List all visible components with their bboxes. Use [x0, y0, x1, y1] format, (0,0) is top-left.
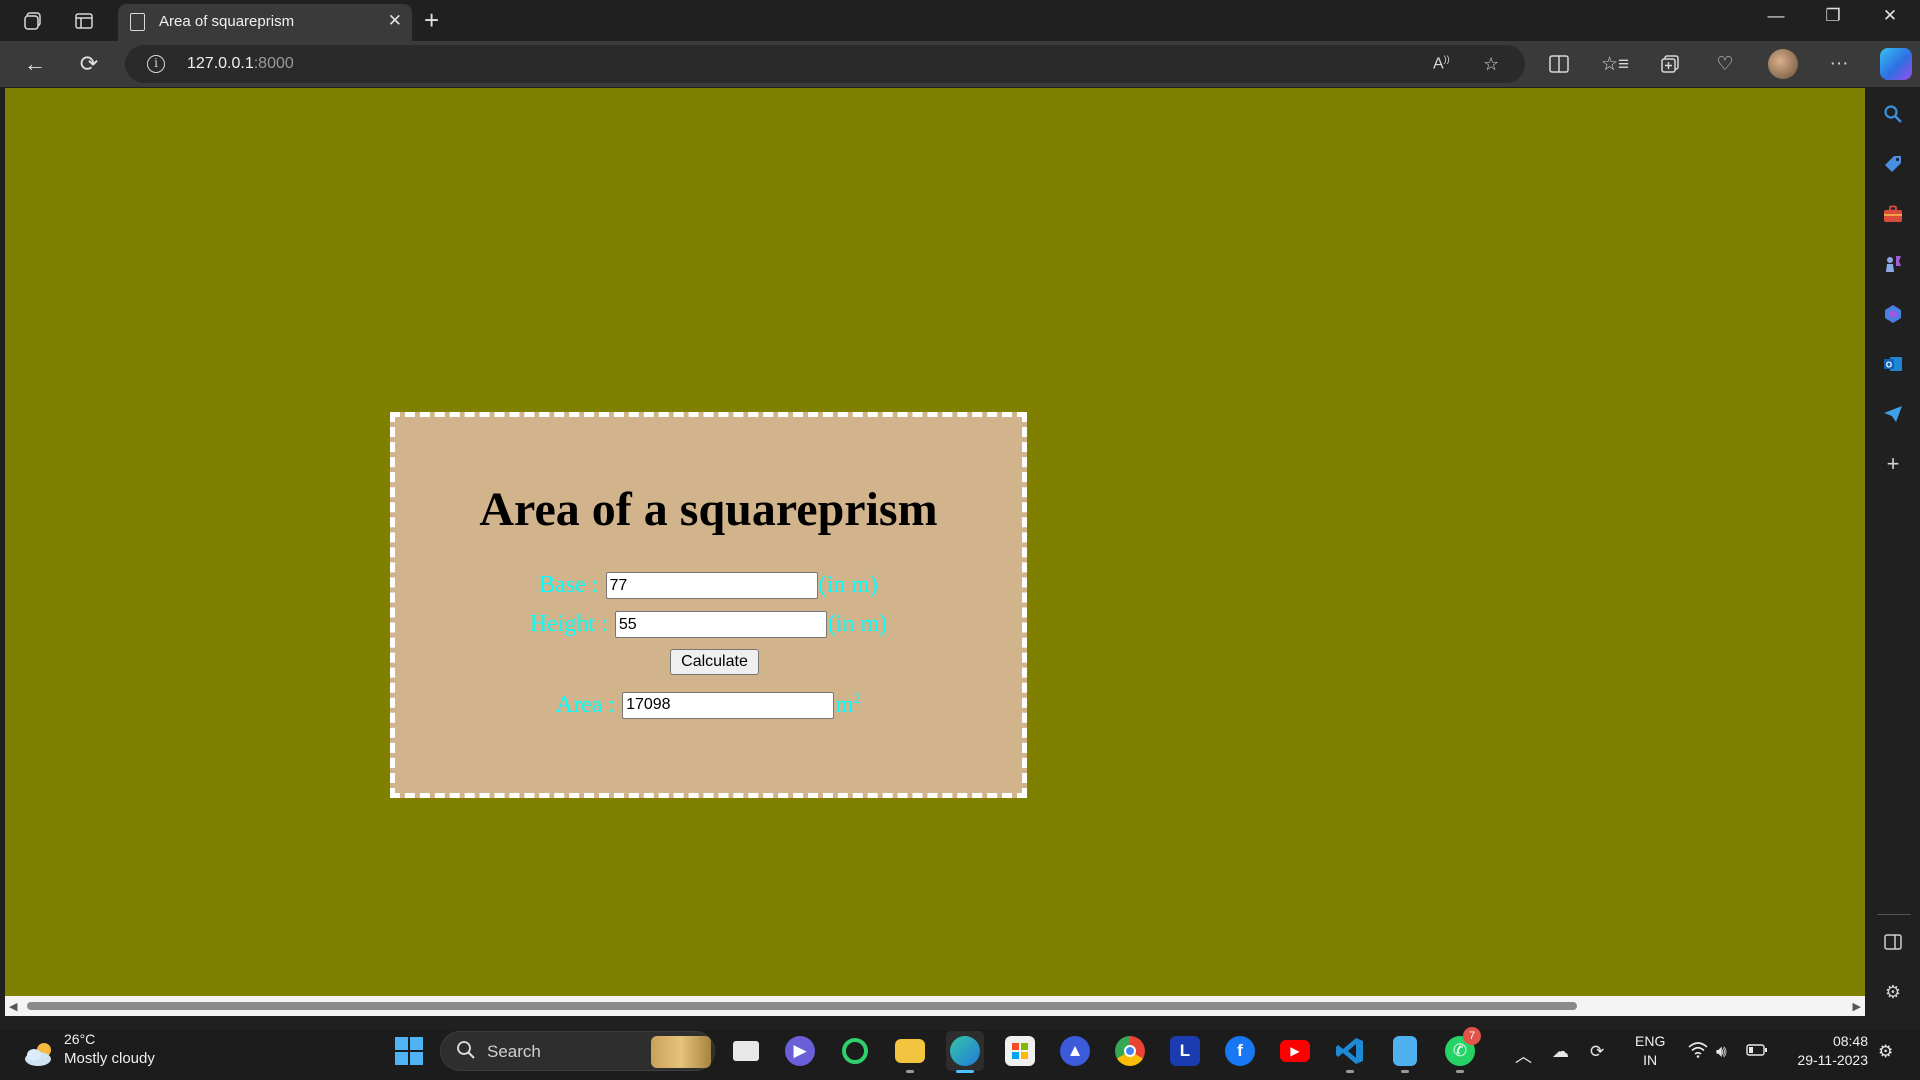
active-tab[interactable]: Area of squareprism ✕	[118, 4, 412, 41]
taskbar-search[interactable]: Search	[440, 1031, 715, 1071]
send-icon[interactable]	[1880, 401, 1906, 427]
close-window-button[interactable]: ✕	[1870, 6, 1910, 26]
tab-title: Area of squareprism	[159, 13, 295, 30]
browser-title-bar: Area of squareprism ✕ + — ❐ ✕	[0, 0, 1920, 41]
refresh-button[interactable]: ⟳	[74, 49, 104, 79]
show-hidden-icons-chevron-up-icon[interactable]: ︿	[1515, 1042, 1532, 1067]
tools-briefcase-icon[interactable]	[1880, 201, 1906, 227]
microsoft-365-icon[interactable]	[1880, 301, 1906, 327]
area-label: Area :	[555, 691, 616, 718]
page-icon	[130, 13, 145, 31]
vscode-icon[interactable]	[1331, 1031, 1369, 1073]
workspaces-icon[interactable]	[20, 8, 46, 34]
l-app-icon[interactable]: L	[1166, 1031, 1204, 1071]
search-label: Search	[487, 1042, 541, 1061]
weather-temperature[interactable]: 26°C	[64, 1031, 95, 1047]
ai-assistant-icon[interactable]: ▲	[1056, 1031, 1094, 1071]
calculator-card: Area of a squareprism Base : (in m) Heig…	[390, 412, 1027, 798]
start-button[interactable]	[390, 1031, 428, 1071]
minimize-button[interactable]: —	[1756, 6, 1796, 26]
back-button[interactable]: ←	[20, 49, 50, 79]
search-icon[interactable]	[1880, 101, 1906, 127]
calculate-button[interactable]: Calculate	[670, 649, 759, 675]
youtube-icon[interactable]: ▶	[1276, 1031, 1314, 1071]
copilot-icon[interactable]	[1880, 48, 1912, 80]
height-label: Height :	[529, 611, 608, 637]
search-glass-icon	[456, 1040, 476, 1066]
area-output[interactable]	[622, 691, 835, 719]
volume-icon[interactable]: 🔊︎	[1716, 1042, 1727, 1062]
sidebar-divider	[1877, 914, 1911, 915]
more-options-icon[interactable]: ···	[1825, 50, 1853, 78]
read-aloud-icon[interactable]: A))	[1433, 54, 1450, 73]
system-clock[interactable]: 08:48 29-11-2023	[1784, 1032, 1868, 1070]
base-label: Base :	[539, 572, 599, 598]
site-info-icon[interactable]: i	[147, 55, 165, 73]
file-explorer-icon[interactable]	[891, 1031, 929, 1073]
shopping-tag-icon[interactable]	[1880, 151, 1906, 177]
games-chess-icon[interactable]	[1880, 251, 1906, 277]
windows-taskbar: 26°C Mostly cloudy Search ▶ ▲ L f ▶ ✆ 7 ︿…	[0, 1027, 1920, 1080]
task-view-icon[interactable]	[727, 1031, 765, 1071]
outlook-icon[interactable]: O	[1880, 351, 1906, 377]
restore-button[interactable]: ❐	[1813, 6, 1853, 26]
scroll-right-icon[interactable]: ▶	[1853, 1000, 1861, 1013]
facebook-icon[interactable]: f	[1221, 1031, 1259, 1071]
language-indicator[interactable]: ENG IN	[1635, 1032, 1665, 1070]
sidebar-settings-gear-icon[interactable]: ⚙	[1880, 979, 1906, 1005]
battery-icon[interactable]	[1746, 1042, 1768, 1062]
area-row: Area : m2	[395, 691, 1022, 719]
microsoft-store-icon[interactable]	[1001, 1031, 1039, 1071]
hide-sidebar-icon[interactable]	[1880, 929, 1906, 955]
search-highlight-image	[651, 1036, 711, 1068]
favorites-icon[interactable]: ☆≡	[1601, 50, 1629, 78]
chrome-icon[interactable]	[1111, 1031, 1149, 1071]
scroll-left-icon[interactable]: ◀	[9, 1000, 17, 1013]
height-row: Height : (in m)	[395, 611, 1022, 638]
weather-condition[interactable]: Mostly cloudy	[64, 1050, 155, 1067]
notifications-gear-icon[interactable]: ⚙	[1878, 1042, 1893, 1062]
notepad-icon[interactable]	[1386, 1031, 1424, 1073]
sync-icon[interactable]: ⟳	[1590, 1042, 1604, 1062]
collections-icon[interactable]	[1656, 50, 1684, 78]
whatsapp-notification-badge: 7	[1463, 1027, 1481, 1045]
wifi-icon[interactable]	[1688, 1042, 1708, 1063]
meet-now-icon[interactable]: ▶	[781, 1031, 819, 1071]
page-title: Area of a squareprism	[479, 483, 938, 536]
favorite-star-icon[interactable]: ☆	[1483, 54, 1499, 75]
split-screen-icon[interactable]	[1545, 50, 1573, 78]
edge-browser-icon[interactable]	[946, 1031, 984, 1073]
height-input[interactable]	[614, 611, 827, 638]
whatsapp-icon[interactable]: ✆ 7	[1441, 1027, 1481, 1073]
browser-essentials-icon[interactable]: ♡	[1711, 50, 1739, 78]
base-row: Base : (in m)	[395, 572, 1022, 599]
weather-cloud-icon[interactable]	[22, 1040, 58, 1068]
area-unit: m2	[835, 691, 862, 718]
base-unit: (in m)	[818, 572, 878, 598]
url-text[interactable]: 127.0.0.1:8000	[187, 55, 294, 73]
base-input[interactable]	[605, 572, 818, 599]
new-tab-button[interactable]: +	[424, 5, 439, 36]
browser-toolbar: ← ⟳ i 127.0.0.1:8000 A)) ☆ ☆≡ ♡ ···	[0, 41, 1920, 87]
address-bar[interactable]: i 127.0.0.1:8000 A)) ☆	[125, 45, 1525, 83]
height-unit: (in m)	[827, 611, 888, 637]
profile-avatar[interactable]	[1768, 49, 1798, 79]
scrollbar-thumb[interactable]	[27, 1002, 1577, 1010]
svg-text:O: O	[1886, 361, 1892, 370]
horizontal-scrollbar[interactable]: ◀ ▶	[5, 996, 1865, 1016]
close-tab-icon[interactable]: ✕	[388, 11, 402, 31]
add-sidebar-app-icon[interactable]: +	[1880, 451, 1906, 477]
tab-actions-icon[interactable]	[71, 8, 97, 34]
refresh-app-icon[interactable]	[836, 1031, 874, 1071]
edge-sidebar: O + ⚙	[1865, 87, 1920, 1030]
onedrive-cloud-icon[interactable]: ☁	[1552, 1042, 1569, 1062]
